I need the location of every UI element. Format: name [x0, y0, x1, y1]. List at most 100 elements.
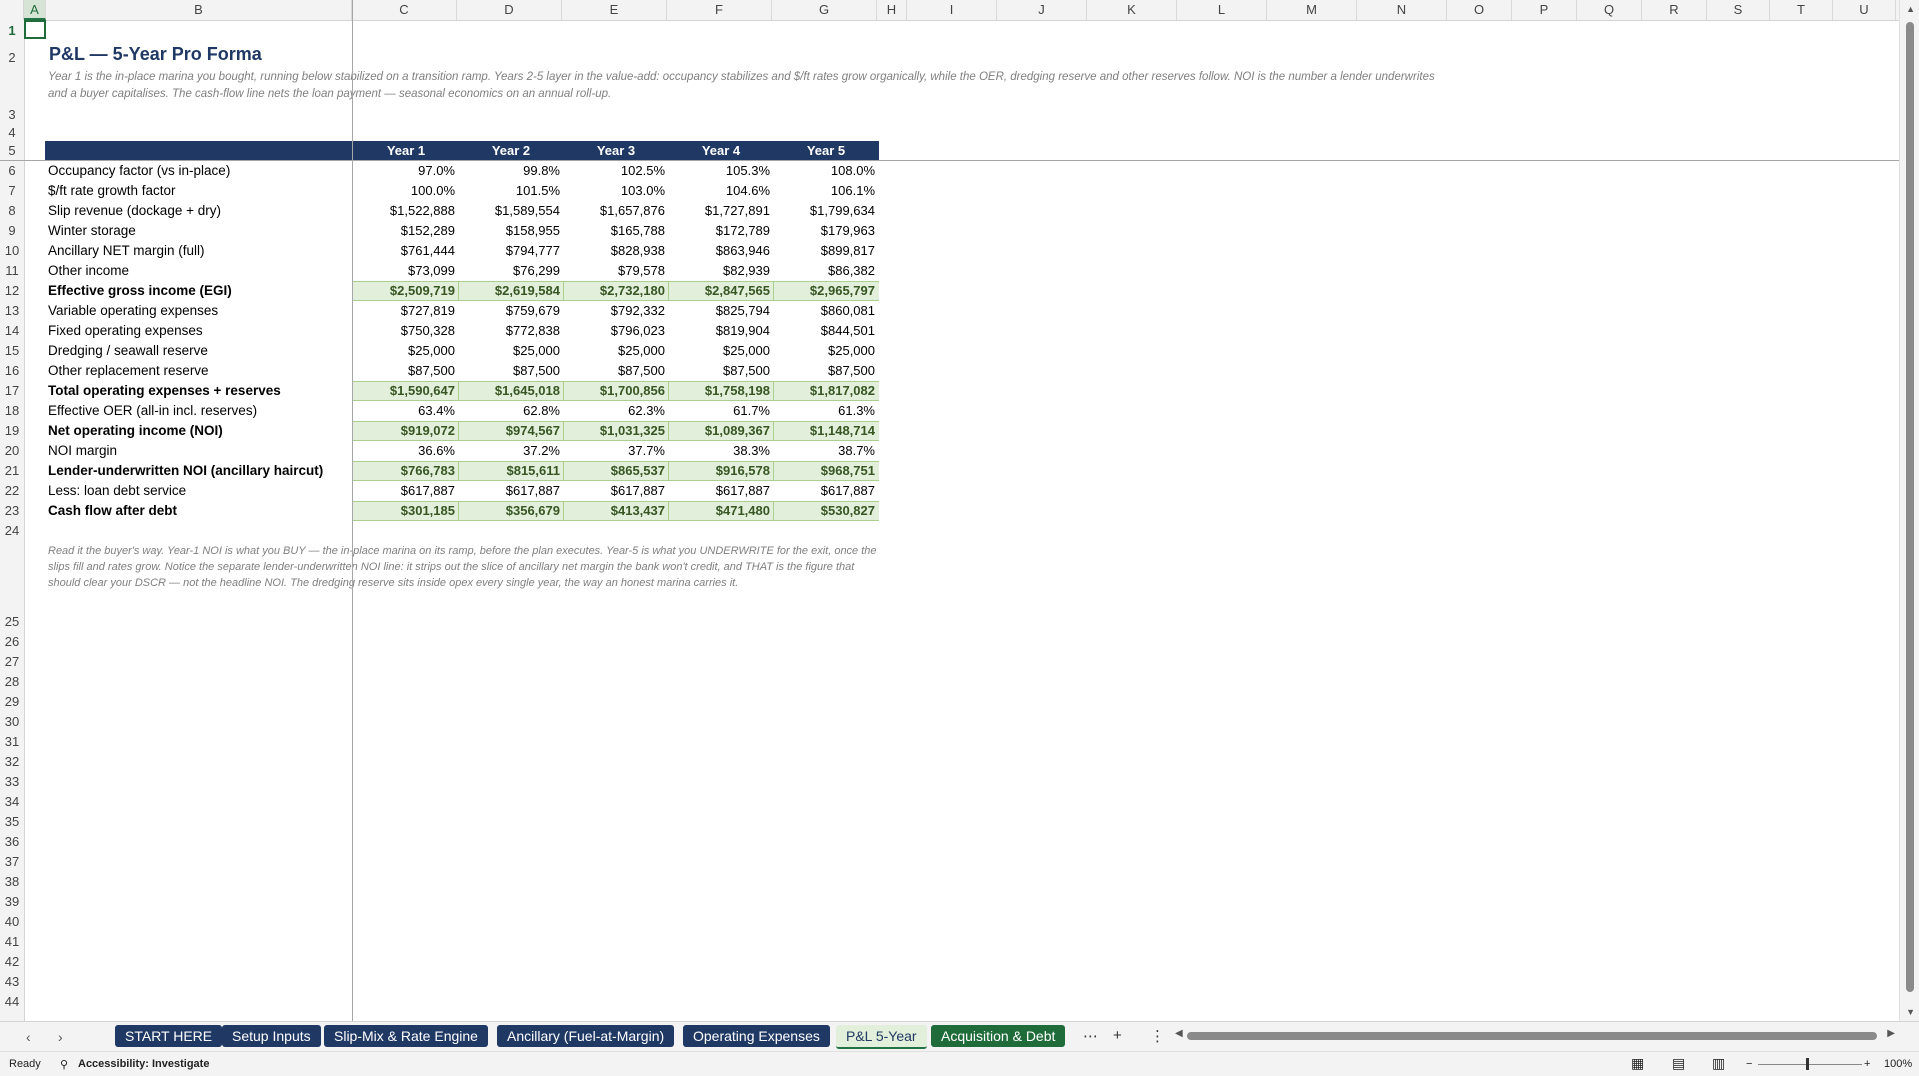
value-cell[interactable]: $794,777: [459, 241, 563, 261]
row-header-38[interactable]: 38: [0, 874, 24, 890]
value-cell[interactable]: $413,437: [564, 501, 668, 521]
value-cell[interactable]: $1,590,647: [354, 381, 458, 401]
value-cell[interactable]: $87,500: [354, 361, 458, 381]
scroll-down-icon[interactable]: ▼: [1906, 1007, 1915, 1017]
value-cell[interactable]: $25,000: [669, 341, 773, 361]
value-cell[interactable]: $87,500: [669, 361, 773, 381]
value-cell[interactable]: 63.4%: [354, 401, 458, 421]
value-cell[interactable]: $727,819: [354, 301, 458, 321]
row-header-29[interactable]: 29: [0, 694, 24, 710]
value-cell[interactable]: $87,500: [564, 361, 668, 381]
value-cell[interactable]: 99.8%: [459, 161, 563, 181]
row-label[interactable]: Lender-underwritten NOI (ancillary hairc…: [48, 461, 323, 481]
value-cell[interactable]: $1,657,876: [564, 201, 668, 221]
value-cell[interactable]: $530,827: [774, 501, 878, 521]
row-header-20[interactable]: 20: [0, 443, 24, 459]
row-label[interactable]: Other income: [48, 261, 129, 281]
value-cell[interactable]: $25,000: [459, 341, 563, 361]
row-label[interactable]: Effective gross income (EGI): [48, 281, 232, 301]
row-header-40[interactable]: 40: [0, 914, 24, 930]
value-cell[interactable]: $87,500: [774, 361, 878, 381]
scroll-right-icon[interactable]: ▶: [1887, 1028, 1895, 1039]
select-all-corner[interactable]: [0, 0, 24, 20]
row-label[interactable]: Less: loan debt service: [48, 481, 186, 501]
row-header-37[interactable]: 37: [0, 854, 24, 870]
row-header-30[interactable]: 30: [0, 714, 24, 730]
row-header-25[interactable]: 25: [0, 614, 24, 630]
sheet-tab-6[interactable]: P&L 5-Year: [836, 1025, 927, 1049]
row-header-26[interactable]: 26: [0, 634, 24, 650]
row-header-32[interactable]: 32: [0, 754, 24, 770]
value-cell[interactable]: $617,887: [459, 481, 563, 501]
row-header-31[interactable]: 31: [0, 734, 24, 750]
value-cell[interactable]: $759,679: [459, 301, 563, 321]
value-cell[interactable]: $1,148,714: [774, 421, 878, 441]
column-header-e[interactable]: E: [562, 0, 667, 20]
value-cell[interactable]: $828,938: [564, 241, 668, 261]
value-cell[interactable]: $617,887: [669, 481, 773, 501]
value-cell[interactable]: $919,072: [354, 421, 458, 441]
row-label[interactable]: NOI margin: [48, 441, 117, 461]
row-header-17[interactable]: 17: [0, 383, 24, 399]
value-cell[interactable]: 101.5%: [459, 181, 563, 201]
value-cell[interactable]: $2,965,797: [774, 281, 878, 301]
zoom-in-icon[interactable]: +: [1864, 1058, 1870, 1070]
row-label[interactable]: $/ft rate growth factor: [48, 181, 176, 201]
accessibility-icon[interactable]: ⚲: [60, 1058, 68, 1071]
column-header-u[interactable]: U: [1833, 0, 1896, 20]
zoom-slider-thumb[interactable]: [1806, 1058, 1809, 1070]
zoom-slider[interactable]: [1758, 1064, 1862, 1065]
value-cell[interactable]: $1,522,888: [354, 201, 458, 221]
column-header-m[interactable]: M: [1267, 0, 1357, 20]
row-label[interactable]: Occupancy factor (vs in-place): [48, 161, 230, 181]
row-header-1[interactable]: 1: [0, 23, 24, 39]
vertical-scrollbar[interactable]: ▲ ▼: [1899, 0, 1919, 1021]
value-cell[interactable]: 38.7%: [774, 441, 878, 461]
row-header-34[interactable]: 34: [0, 794, 24, 810]
row-header-42[interactable]: 42: [0, 954, 24, 970]
tab-scroll-right-icon[interactable]: ›: [58, 1029, 63, 1045]
row-header-28[interactable]: 28: [0, 674, 24, 690]
value-cell[interactable]: $356,679: [459, 501, 563, 521]
column-header-a[interactable]: A: [24, 0, 46, 20]
value-cell[interactable]: $617,887: [774, 481, 878, 501]
spreadsheet-grid[interactable]: ABCDEFGHIJKLMNOPQRSTU P&L — 5-Year Pro F…: [0, 0, 1900, 1021]
value-cell[interactable]: 62.3%: [564, 401, 668, 421]
row-header-6[interactable]: 6: [0, 163, 24, 179]
column-header-g[interactable]: G: [772, 0, 877, 20]
horizontal-scrollbar[interactable]: ◀ ▶: [1175, 1028, 1895, 1041]
zoom-out-icon[interactable]: −: [1746, 1058, 1752, 1070]
row-header-23[interactable]: 23: [0, 503, 24, 519]
value-cell[interactable]: $1,817,082: [774, 381, 878, 401]
value-cell[interactable]: $865,537: [564, 461, 668, 481]
value-cell[interactable]: $76,299: [459, 261, 563, 281]
active-cell-a1[interactable]: [24, 20, 46, 39]
value-cell[interactable]: $916,578: [669, 461, 773, 481]
value-cell[interactable]: $82,939: [669, 261, 773, 281]
value-cell[interactable]: $87,500: [459, 361, 563, 381]
row-header-3[interactable]: 3: [0, 107, 24, 123]
value-cell[interactable]: 38.3%: [669, 441, 773, 461]
row-header-19[interactable]: 19: [0, 423, 24, 439]
row-header-22[interactable]: 22: [0, 483, 24, 499]
value-cell[interactable]: $796,023: [564, 321, 668, 341]
value-cell[interactable]: $825,794: [669, 301, 773, 321]
value-cell[interactable]: 108.0%: [774, 161, 878, 181]
value-cell[interactable]: 62.8%: [459, 401, 563, 421]
sheet-options-icon[interactable]: ⋮: [1150, 1027, 1165, 1045]
row-header-41[interactable]: 41: [0, 934, 24, 950]
value-cell[interactable]: 61.3%: [774, 401, 878, 421]
value-cell[interactable]: 61.7%: [669, 401, 773, 421]
accessibility-status[interactable]: Accessibility: Investigate: [78, 1058, 209, 1070]
value-cell[interactable]: $165,788: [564, 221, 668, 241]
value-cell[interactable]: $899,817: [774, 241, 878, 261]
column-header-f[interactable]: F: [667, 0, 772, 20]
page-break-preview-icon[interactable]: ▥: [1712, 1055, 1725, 1072]
row-label[interactable]: Fixed operating expenses: [48, 321, 203, 341]
row-label[interactable]: Effective OER (all-in incl. reserves): [48, 401, 257, 421]
column-header-q[interactable]: Q: [1577, 0, 1642, 20]
row-label[interactable]: Slip revenue (dockage + dry): [48, 201, 221, 221]
sheet-tab-5[interactable]: Operating Expenses: [683, 1025, 830, 1047]
value-cell[interactable]: $819,904: [669, 321, 773, 341]
horizontal-scroll-thumb[interactable]: [1187, 1032, 1877, 1040]
